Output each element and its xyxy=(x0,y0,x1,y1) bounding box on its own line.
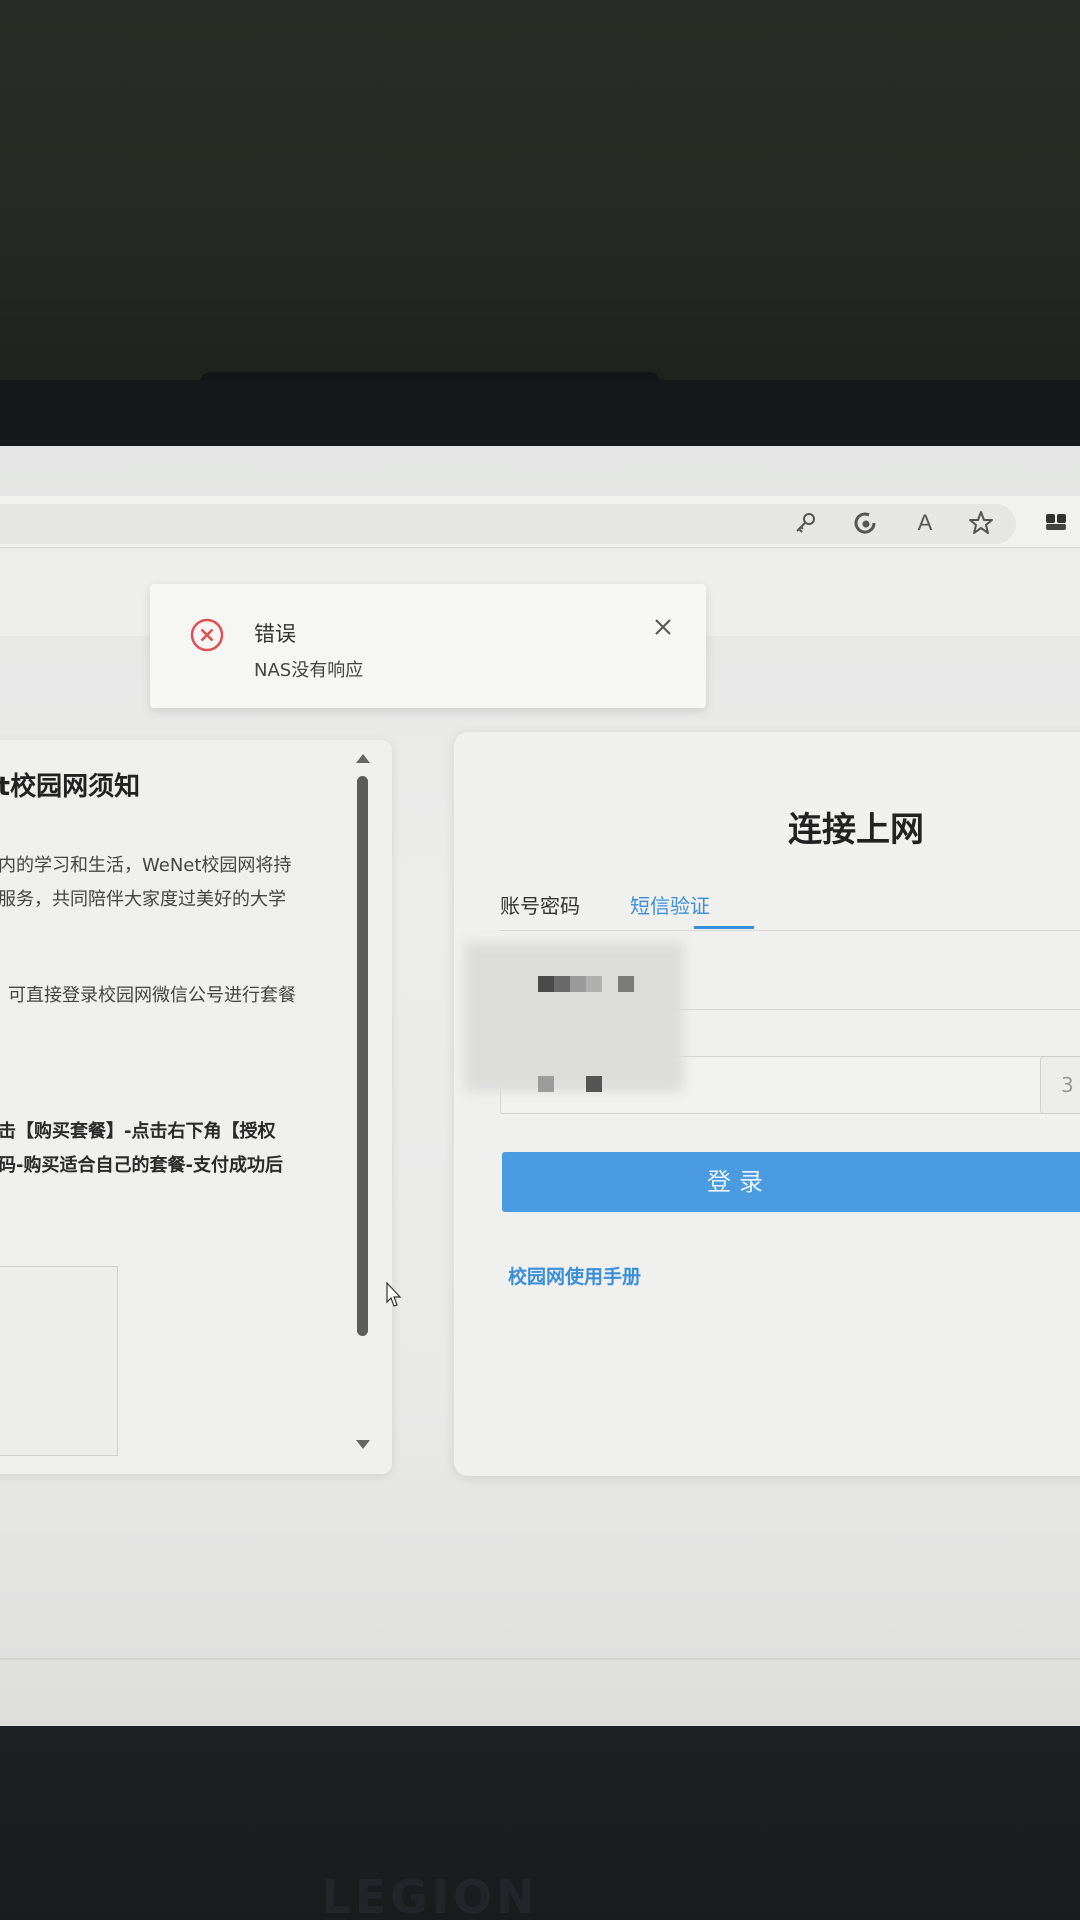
notice-paragraph-line: 入服务，共同陪伴大家度过美好的大学 xyxy=(0,889,286,910)
browser-toolbar: A xyxy=(0,496,1080,548)
scrollbar-thumb[interactable] xyxy=(357,776,368,1336)
background-dark-area xyxy=(0,0,1080,400)
extensions-icon[interactable] xyxy=(1044,510,1068,534)
star-icon[interactable] xyxy=(966,508,996,538)
tab-divider xyxy=(500,930,1080,931)
tab-sms-verification[interactable]: 短信验证 xyxy=(630,890,710,919)
redaction-pixel xyxy=(554,976,570,992)
notice-card: et校园网须知 校内的学习和生活，WeNet校园网将持 入服务，共同陪伴大家度过… xyxy=(0,740,392,1474)
tab-account-password[interactable]: 账号密码 xyxy=(500,890,580,919)
notice-step-line: 点击【购买套餐】-点击右下角【授权 xyxy=(0,1121,276,1142)
redaction-pixel xyxy=(570,976,586,992)
notice-title: et校园网须知 xyxy=(0,772,141,802)
notice-paragraph-line: ，可直接登录校园网微信公号进行套餐 xyxy=(0,985,296,1006)
redaction-blur xyxy=(464,942,684,1092)
notice-paragraph-line: 校内的学习和生活，WeNet校园网将持 xyxy=(0,855,292,876)
manual-link[interactable]: 校园网使用手册 xyxy=(508,1262,641,1289)
notice-step-line: 密码-购买适合自己的套餐-支付成功后 xyxy=(0,1155,283,1176)
redaction-pixel xyxy=(618,976,634,992)
login-button[interactable]: 登录 xyxy=(502,1152,1080,1212)
scrollbar[interactable] xyxy=(352,754,374,1454)
laptop-brand-logo: LEGION xyxy=(321,1870,539,1920)
error-circle-icon xyxy=(190,618,224,652)
laptop-bezel-top xyxy=(0,380,1080,450)
toast-message: NAS没有响应 xyxy=(254,660,364,681)
mouse-cursor-icon xyxy=(386,1282,402,1307)
scroll-up-arrow-icon[interactable] xyxy=(356,754,370,763)
read-aloud-icon[interactable]: A xyxy=(910,508,940,538)
notice-image-placeholder xyxy=(0,1266,118,1456)
error-toast: 错误 NAS没有响应 xyxy=(150,584,706,708)
close-icon[interactable] xyxy=(650,614,676,640)
laptop-screen: A et校园网须知 校内的学习和生活，WeNet校园网将持 入服务，共同陪伴大家… xyxy=(0,446,1080,1726)
edge-refresh-icon[interactable] xyxy=(850,508,880,538)
login-card: 连接上网 账号密码 短信验证 3 登录 校园网使用手册 xyxy=(454,732,1080,1476)
active-tab-indicator xyxy=(694,926,754,929)
get-code-button[interactable]: 3 xyxy=(1040,1056,1080,1114)
toast-title: 错误 xyxy=(254,622,296,646)
login-title: 连接上网 xyxy=(788,810,924,850)
redaction-pixel xyxy=(538,1076,554,1092)
key-icon[interactable] xyxy=(790,508,820,538)
page-bottom-divider xyxy=(0,1658,1080,1660)
redaction-pixel xyxy=(586,1076,602,1092)
scroll-down-arrow-icon[interactable] xyxy=(356,1440,370,1449)
redaction-pixel xyxy=(586,976,602,992)
redaction-pixel xyxy=(538,976,554,992)
